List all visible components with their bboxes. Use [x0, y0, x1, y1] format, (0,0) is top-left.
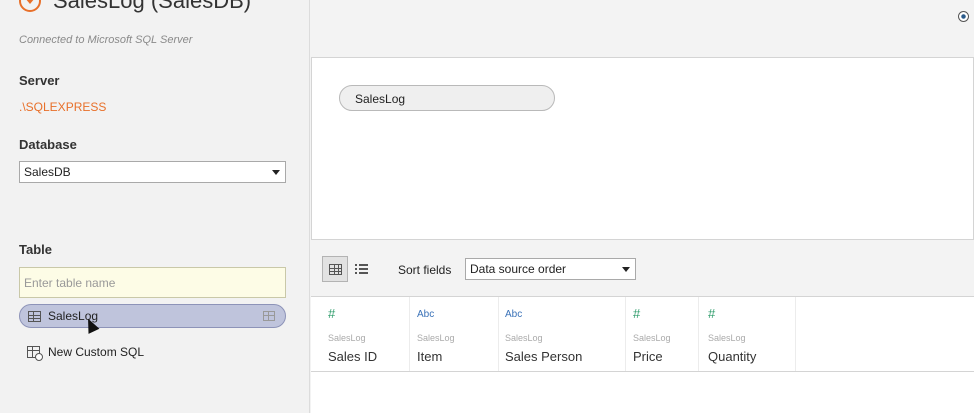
sort-fields-value: Data source order [470, 262, 567, 276]
radio-icon[interactable] [958, 11, 969, 22]
data-grid: # SalesLog Sales ID Abc SalesLog Item Ab… [311, 296, 974, 413]
column-source: SalesLog [328, 333, 366, 343]
column-divider[interactable] [498, 297, 499, 371]
column-header[interactable]: # SalesLog Sales ID [323, 297, 411, 371]
column-source: SalesLog [417, 333, 455, 343]
server-label: Server [19, 73, 60, 88]
chevron-down-icon [272, 170, 280, 175]
column-source: SalesLog [633, 333, 671, 343]
database-label: Database [19, 137, 77, 152]
custom-sql-label: New Custom SQL [48, 345, 145, 359]
table-item-saleslog[interactable]: SalesLog [19, 304, 286, 328]
grid-toolbar: Sort fields Data source order [311, 250, 974, 290]
new-custom-sql-item[interactable]: New Custom SQL [27, 345, 145, 361]
column-divider[interactable] [795, 297, 796, 371]
canvas-table-saleslog[interactable]: SalesLog [339, 85, 555, 111]
string-type-icon[interactable]: Abc [417, 309, 434, 320]
database-select[interactable]: SalesDB [19, 161, 286, 183]
column-name: Item [417, 349, 443, 364]
column-name: Sales ID [328, 349, 378, 364]
datasource-icon[interactable] [19, 0, 41, 12]
column-source: SalesLog [505, 333, 543, 343]
number-type-icon[interactable]: # [633, 306, 640, 321]
datasource-title[interactable]: SalesLog (SalesDB) [53, 0, 251, 14]
connection-panel: SalesLog (SalesDB) Connected to Microsof… [0, 0, 310, 413]
sort-fields-label: Sort fields [398, 263, 452, 277]
table-preview-icon[interactable] [263, 311, 275, 321]
column-name: Quantity [708, 349, 757, 364]
column-divider[interactable] [625, 297, 626, 371]
column-name: Sales Person [505, 349, 583, 364]
sort-fields-select[interactable]: Data source order [465, 258, 636, 280]
table-label: Table [19, 242, 52, 257]
column-header[interactable]: Abc SalesLog Sales Person [500, 297, 625, 371]
server-value: .\SQLEXPRESS [19, 100, 107, 114]
join-canvas[interactable]: SalesLog [311, 57, 974, 240]
string-type-icon[interactable]: Abc [505, 309, 522, 320]
table-icon [28, 310, 41, 322]
number-type-icon[interactable]: # [708, 306, 715, 321]
column-header[interactable]: # SalesLog Quantity [703, 297, 795, 371]
number-type-icon[interactable]: # [328, 306, 335, 321]
column-header[interactable]: # SalesLog Price [628, 297, 698, 371]
custom-sql-icon [27, 346, 43, 361]
connection-status: Connected to Microsoft SQL Server [19, 34, 193, 46]
grid-view-icon [328, 263, 342, 275]
column-divider[interactable] [698, 297, 699, 371]
list-view-icon [354, 264, 368, 274]
column-name: Price [633, 349, 663, 364]
grid-divider [311, 371, 974, 372]
title-bar: SalesLog (SalesDB) [19, 0, 251, 14]
chevron-down-icon [622, 267, 630, 272]
column-header[interactable]: Abc SalesLog Item [412, 297, 500, 371]
column-divider[interactable] [409, 297, 410, 371]
list-view-button[interactable] [348, 256, 374, 282]
grid-view-button[interactable] [322, 256, 348, 282]
database-select-value: SalesDB [24, 165, 71, 179]
column-source: SalesLog [708, 333, 746, 343]
table-search-input[interactable] [19, 267, 286, 298]
